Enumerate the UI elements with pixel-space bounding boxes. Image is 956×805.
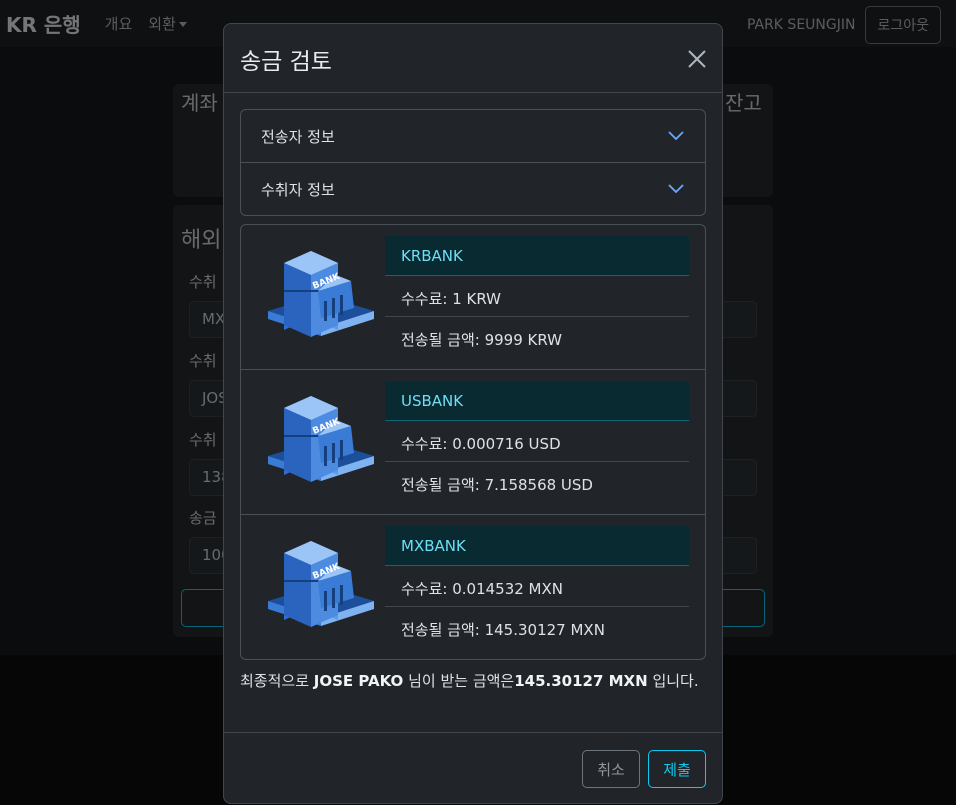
modal-header: 송금 검토 xyxy=(224,24,722,93)
accordion-label: 수취자 정보 xyxy=(261,181,335,199)
cancel-button[interactable]: 취소 xyxy=(582,750,640,788)
bank-info-table: MXBANK 수수료: 0.014532 MXN 전송될 금액: 145.301… xyxy=(385,526,689,648)
bank-route-item: BANK KRBANK 수수료: 1 KRW 전송될 금액: 9999 KRW xyxy=(241,225,705,370)
bank-name: USBANK xyxy=(385,381,689,421)
submit-button[interactable]: 제출 xyxy=(648,750,706,788)
close-icon[interactable] xyxy=(686,48,708,70)
chevron-down-icon xyxy=(668,131,684,141)
summary-amount: 145.30127 MXN xyxy=(514,672,648,690)
info-accordion: 전송자 정보 수취자 정보 xyxy=(240,109,706,216)
bank-building-icon: BANK xyxy=(268,541,374,627)
bank-info-table: USBANK 수수료: 0.000716 USD 전송될 금액: 7.15856… xyxy=(385,381,689,503)
bank-fee: 수수료: 1 KRW xyxy=(385,276,689,317)
summary-middle: 님이 받는 금액은 xyxy=(403,672,515,690)
modal-footer: 취소 제출 xyxy=(224,732,722,804)
bank-fee: 수수료: 0.014532 MXN xyxy=(385,566,689,607)
accordion-sender-info[interactable]: 전송자 정보 xyxy=(241,110,705,163)
final-amount-summary: 최종적으로 JOSE PAKO 님이 받는 금액은145.30127 MXN 입… xyxy=(240,668,706,694)
bank-info-table: KRBANK 수수료: 1 KRW 전송될 금액: 9999 KRW xyxy=(385,236,689,358)
accordion-recipient-info[interactable]: 수취자 정보 xyxy=(241,163,705,216)
accordion-label: 전송자 정보 xyxy=(261,128,335,146)
bank-transfer-amount: 전송될 금액: 7.158568 USD xyxy=(401,476,593,494)
chevron-down-icon xyxy=(668,184,684,194)
summary-recipient: JOSE PAKO xyxy=(313,672,404,690)
bank-route-list: BANK KRBANK 수수료: 1 KRW 전송될 금액: 9999 KRW xyxy=(240,224,706,660)
bank-transfer-amount: 전송될 금액: 145.30127 MXN xyxy=(401,621,605,639)
bank-name: MXBANK xyxy=(385,526,689,566)
bank-building-icon: BANK xyxy=(268,251,374,337)
bank-route-item: BANK USBANK 수수료: 0.000716 USD 전송될 금액: 7.… xyxy=(241,370,705,515)
bank-building-icon: BANK xyxy=(268,396,374,482)
transfer-review-modal: 송금 검토 전송자 정보 수취자 정보 BANK KRBANK 수수료: 1 K… xyxy=(223,23,723,804)
summary-suffix: 입니다. xyxy=(647,672,699,690)
bank-route-item: BANK MXBANK 수수료: 0.014532 MXN 전송될 금액: 14… xyxy=(241,515,705,660)
modal-title: 송금 검토 xyxy=(240,49,332,75)
bank-transfer-amount: 전송될 금액: 9999 KRW xyxy=(401,331,563,349)
bank-fee: 수수료: 0.000716 USD xyxy=(385,421,689,462)
bank-name: KRBANK xyxy=(385,236,689,276)
summary-prefix: 최종적으로 xyxy=(240,672,314,690)
